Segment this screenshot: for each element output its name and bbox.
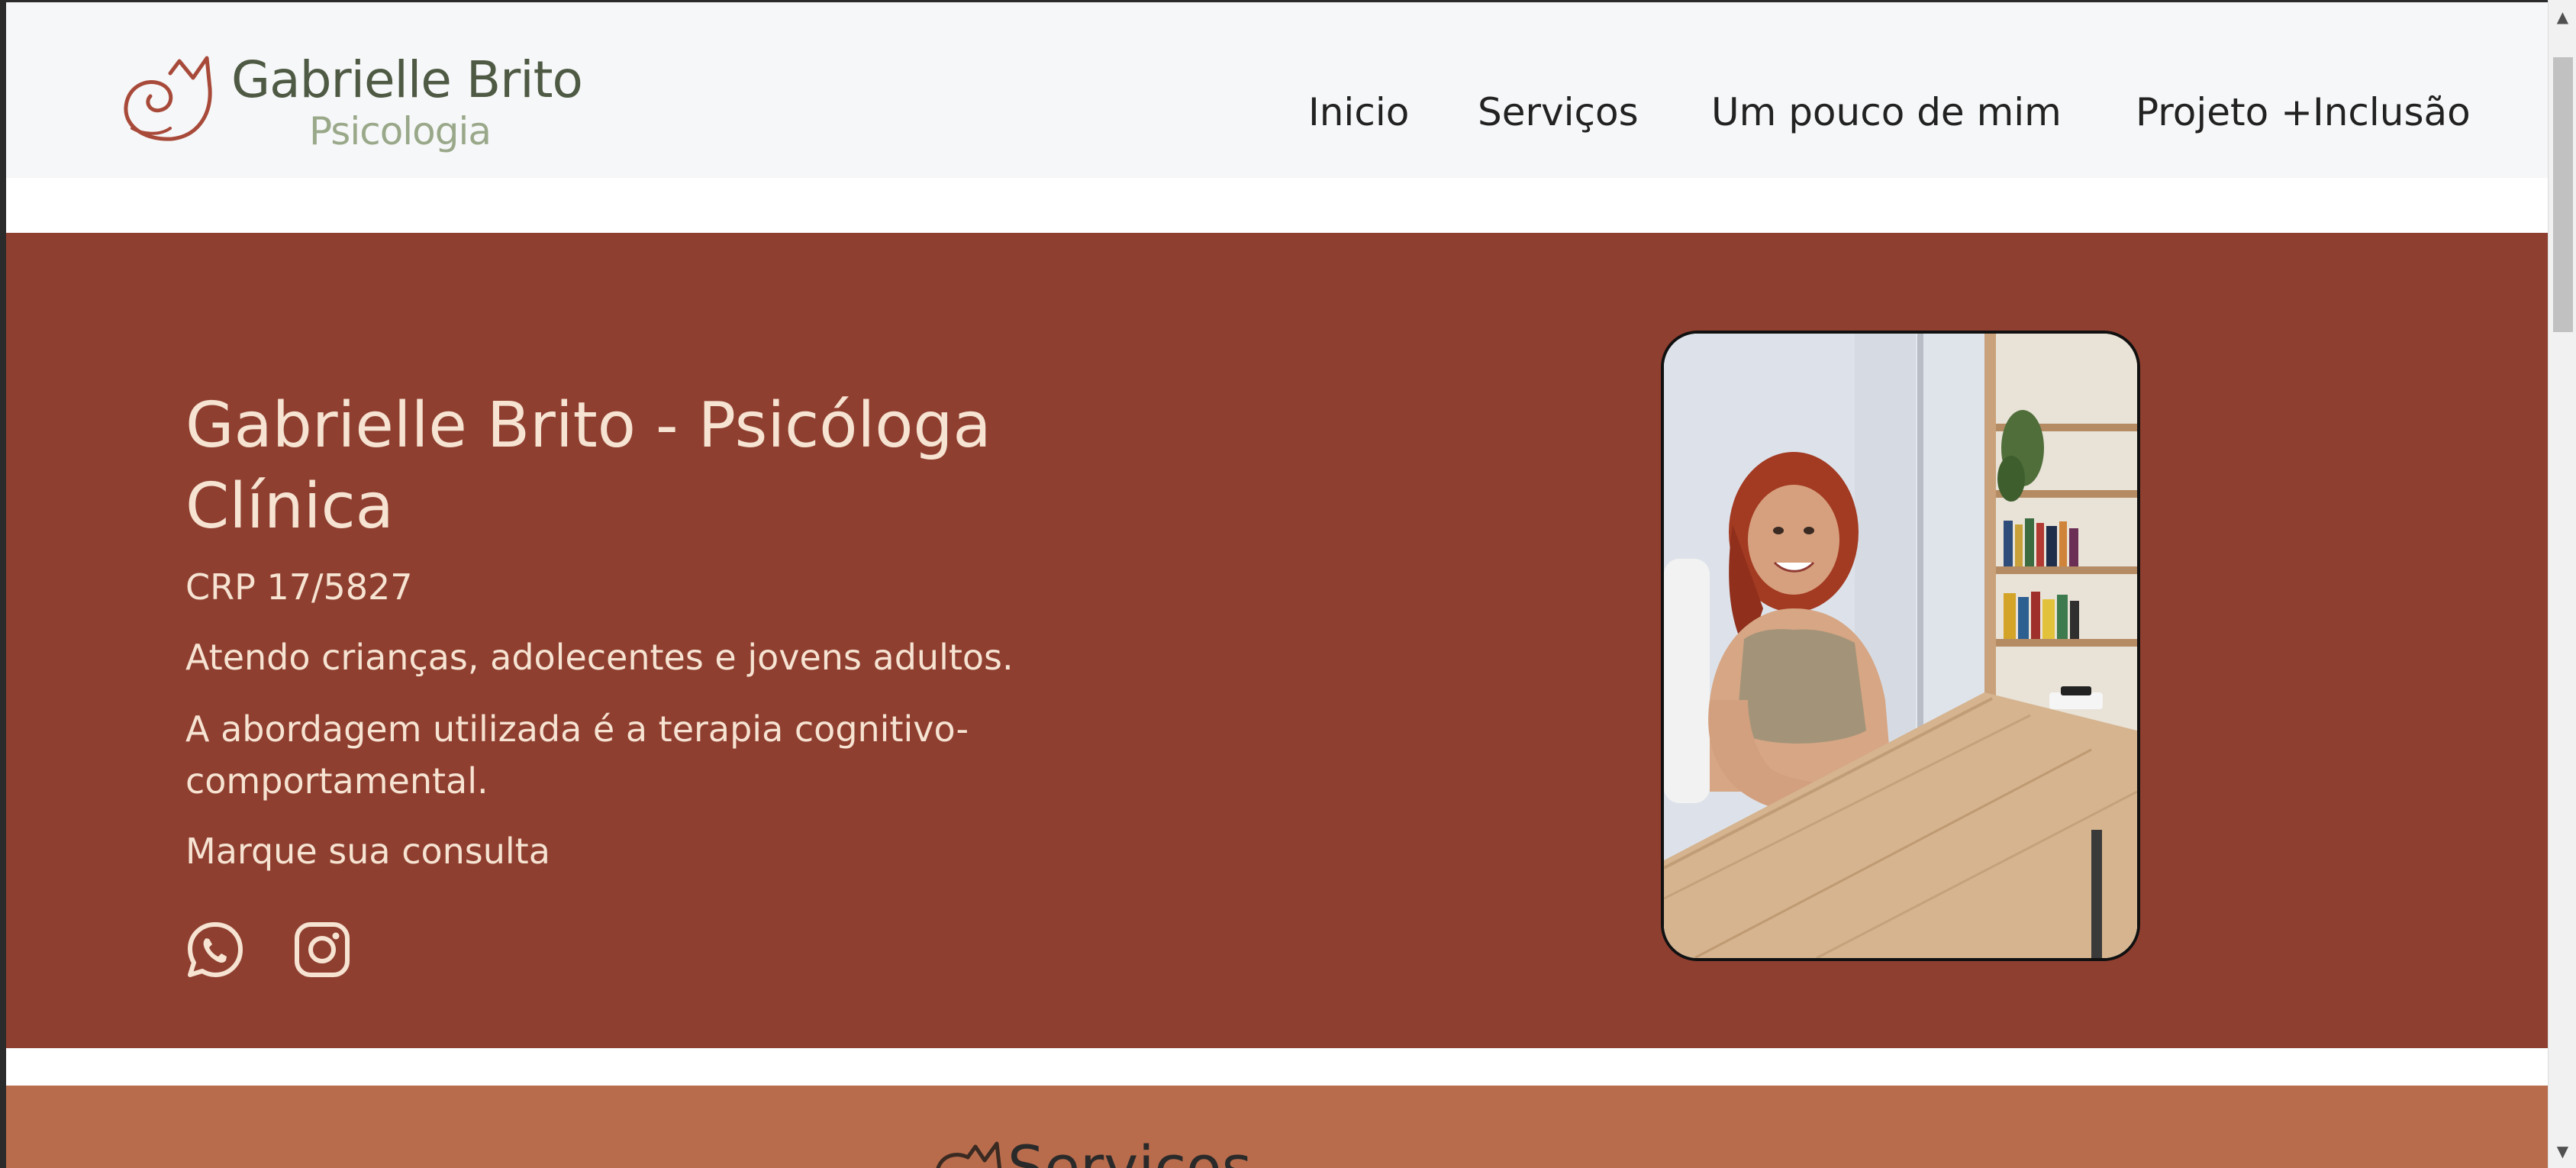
whatsapp-link[interactable] — [185, 920, 245, 979]
services-section: Serviços — [6, 1086, 2548, 1168]
services-title: Serviços — [1008, 1133, 1253, 1168]
hero-section: Gabrielle Brito - Psicóloga Clínica CRP … — [6, 233, 2548, 1048]
nav-item-um-pouco-de-mim[interactable]: Um pouco de mim — [1711, 90, 2062, 134]
scrollbar-thumb[interactable] — [2553, 57, 2573, 332]
main-nav: Inicio Serviços Um pouco de mim Projeto … — [6, 90, 2548, 144]
hero-cta-text: Marque sua consulta — [185, 831, 550, 872]
hero-audience-text: Atendo crianças, adolecentes e jovens ad… — [185, 637, 1014, 678]
instagram-icon — [295, 922, 350, 977]
logo-mark-icon — [936, 1141, 1002, 1168]
whatsapp-icon — [188, 922, 243, 977]
psychologist-portrait-image — [1664, 334, 2137, 958]
page-scrollbar[interactable]: ▲ ▼ — [2548, 0, 2576, 1168]
profile-photo — [1661, 331, 2140, 961]
hero-approach-text: A abordagem utilizada é a terapia cognit… — [185, 708, 969, 802]
window-left-border — [0, 0, 6, 1168]
nav-item-servicos[interactable]: Serviços — [1478, 90, 1639, 134]
browser-viewport: Gabrielle Brito Psicologia Inicio Serviç… — [0, 0, 2576, 1168]
nav-item-inicio[interactable]: Inicio — [1308, 90, 1409, 134]
scroll-down-arrow-icon[interactable]: ▼ — [2549, 1136, 2576, 1166]
hero-title: Gabrielle Brito - Psicóloga Clínica — [185, 389, 991, 543]
instagram-link[interactable] — [292, 920, 352, 979]
crp-number: CRP 17/5827 — [185, 566, 413, 608]
site-header: Gabrielle Brito Psicologia Inicio Serviç… — [6, 2, 2548, 178]
nav-item-projeto-inclusao[interactable]: Projeto +Inclusão — [2136, 90, 2471, 134]
scroll-up-arrow-icon[interactable]: ▲ — [2549, 2, 2576, 32]
